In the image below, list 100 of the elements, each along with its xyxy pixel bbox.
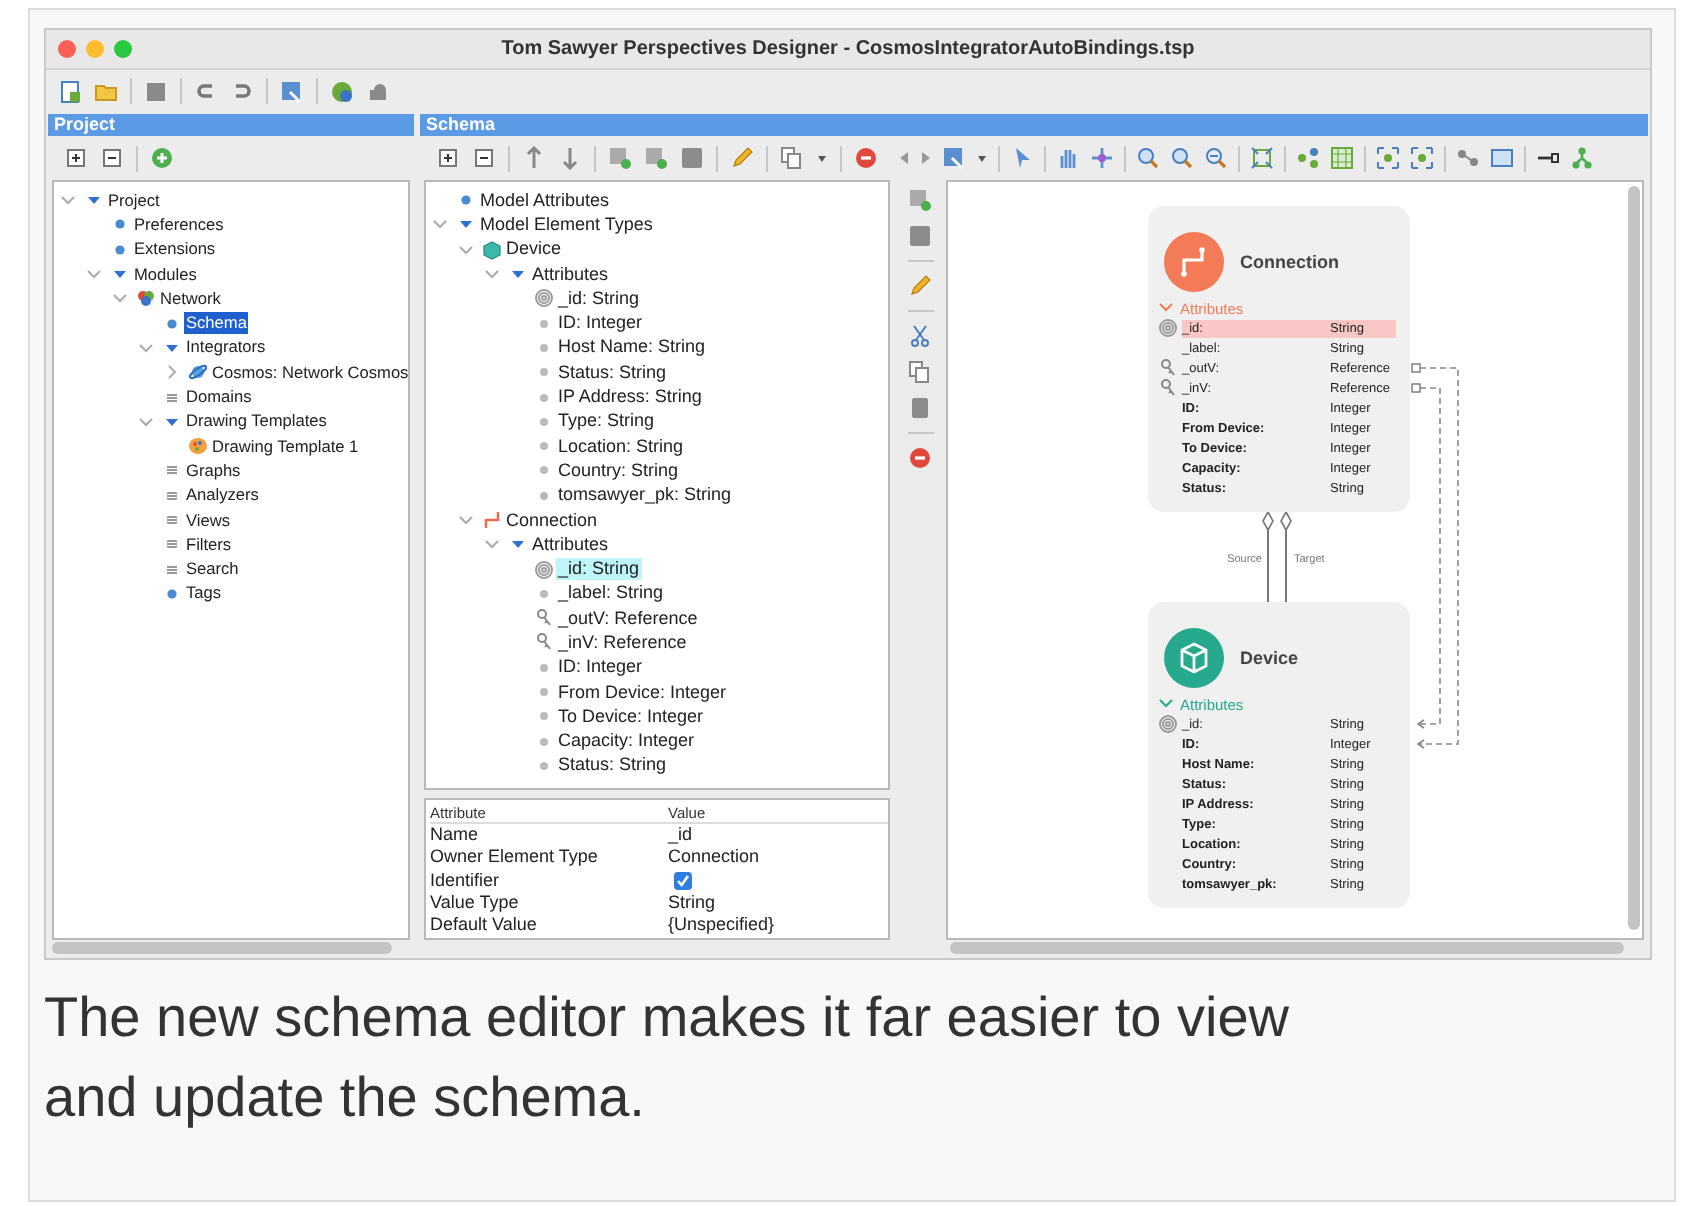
association-line[interactable] <box>1262 510 1274 603</box>
caret-right-icon[interactable] <box>920 146 932 170</box>
delete-icon[interactable] <box>854 146 878 170</box>
zoom-in-icon[interactable] <box>1136 146 1160 170</box>
tree-item[interactable]: Type: String <box>556 410 657 433</box>
tree-item[interactable]: From Device: Integer <box>556 681 729 704</box>
maximize-button[interactable] <box>114 40 132 58</box>
tree-item[interactable]: Schema <box>184 312 249 335</box>
collapse-all-icon[interactable] <box>100 146 124 170</box>
tree-item[interactable]: Network <box>158 287 223 310</box>
tree-item[interactable]: Domains <box>184 386 254 409</box>
chevron-down-icon[interactable] <box>1158 302 1174 314</box>
undo-icon[interactable] <box>194 79 218 103</box>
tree-item[interactable]: Host Name: String <box>556 336 708 359</box>
reference-line[interactable] <box>1411 363 1459 749</box>
tree-item[interactable]: ID: Integer <box>556 312 645 335</box>
expand-all-icon[interactable] <box>436 146 460 170</box>
checkbox[interactable] <box>674 871 692 890</box>
chevron-down-icon[interactable] <box>458 512 474 528</box>
expand-all-icon[interactable] <box>64 146 88 170</box>
fit-icon[interactable] <box>1250 146 1274 170</box>
add-icon[interactable] <box>150 146 174 170</box>
scrollbar-thumb[interactable] <box>52 942 393 954</box>
collapse-all-icon[interactable] <box>472 146 496 170</box>
tree-item[interactable]: Extensions <box>132 238 218 261</box>
tree-item[interactable]: Cosmos: Network Cosmos <box>210 361 408 384</box>
pointer-icon[interactable] <box>1010 146 1034 170</box>
tree-item[interactable]: IP Address: String <box>556 386 704 409</box>
tree-item[interactable]: Device <box>504 238 564 261</box>
tree-item[interactable]: Status: String <box>556 361 669 384</box>
tree-item[interactable]: Views <box>184 509 232 531</box>
tree-item[interactable]: _label: String <box>556 582 666 605</box>
panel-icon[interactable] <box>1490 146 1514 170</box>
chevron-down-icon[interactable] <box>112 290 128 307</box>
scrollbar-thumb[interactable] <box>950 942 1624 954</box>
link-icon[interactable] <box>1456 146 1480 170</box>
tree-item[interactable]: Filters <box>184 533 234 556</box>
chevron-right-icon[interactable] <box>164 364 180 381</box>
arrow-up-icon[interactable] <box>522 146 546 170</box>
association-line[interactable] <box>1280 510 1292 603</box>
zoom-in-icon[interactable] <box>1170 146 1194 170</box>
grid-icon[interactable] <box>1330 146 1354 170</box>
tree-item[interactable]: To Device: Integer <box>556 705 706 728</box>
scissors-icon[interactable] <box>908 324 932 348</box>
chevron-down-icon[interactable] <box>484 266 500 283</box>
diagram-canvas[interactable] <box>946 180 1644 940</box>
tree-item[interactable]: Connection <box>504 509 600 531</box>
chevron-down-icon[interactable] <box>138 413 154 430</box>
tree-item[interactable]: Model Attributes <box>478 189 612 212</box>
group-icon[interactable] <box>1410 146 1434 170</box>
caret-left-icon[interactable] <box>898 146 910 170</box>
tree-item[interactable]: Drawing Templates <box>184 410 329 433</box>
chevron-down-icon[interactable] <box>432 216 448 233</box>
tree-item[interactable]: _inV: Reference <box>556 631 689 654</box>
tree-item[interactable]: _id: String <box>556 287 642 310</box>
copy-icon[interactable] <box>908 360 932 384</box>
tree-item[interactable]: Search <box>184 558 241 581</box>
arrow-down-icon[interactable] <box>558 146 582 170</box>
tree-item[interactable]: Model Element Types <box>478 213 655 236</box>
tree-item[interactable]: Country: String <box>556 459 681 482</box>
tree-item[interactable]: Capacity: Integer <box>556 730 697 753</box>
close-button[interactable] <box>58 40 76 58</box>
folder-icon[interactable] <box>94 79 118 103</box>
tree-item[interactable]: ID: Integer <box>556 656 645 679</box>
tree-item[interactable]: tomsawyer_pk: String <box>556 484 734 507</box>
tree-item[interactable]: _outV: Reference <box>556 607 700 630</box>
chevron-down-icon[interactable] <box>86 266 102 283</box>
chevron-down-icon[interactable] <box>1158 698 1174 710</box>
copy-icon[interactable] <box>780 146 804 170</box>
tree-item[interactable]: Integrators <box>184 336 268 359</box>
zoom-out-icon[interactable] <box>1204 146 1228 170</box>
tree-icon[interactable] <box>1570 146 1594 170</box>
pencil-icon[interactable] <box>730 146 754 170</box>
chevron-down-icon[interactable] <box>60 192 76 209</box>
tree-item[interactable]: Graphs <box>184 459 243 482</box>
nodes-icon[interactable] <box>1296 146 1320 170</box>
tree-item[interactable]: Status: String <box>556 754 669 777</box>
tree-item[interactable]: Modules <box>132 263 199 286</box>
document-icon[interactable] <box>58 79 82 103</box>
tree-item[interactable]: Attributes <box>530 533 611 556</box>
tree-item[interactable]: Preferences <box>132 213 226 236</box>
tree-item[interactable]: Analyzers <box>184 484 261 507</box>
table-add-icon[interactable] <box>644 146 668 170</box>
tree-item[interactable]: Location: String <box>556 435 686 458</box>
table-add-icon[interactable] <box>908 188 932 212</box>
chevron-down-icon[interactable] <box>138 339 154 356</box>
move-icon[interactable] <box>1090 146 1114 170</box>
reference-line[interactable] <box>1411 383 1441 729</box>
tree-item[interactable]: Drawing Template 1 <box>210 435 361 458</box>
table-add-icon[interactable] <box>608 146 632 170</box>
tree-item[interactable]: Attributes <box>530 263 611 286</box>
redo-icon[interactable] <box>230 79 254 103</box>
group-icon[interactable] <box>1376 146 1400 170</box>
delete-icon[interactable] <box>908 446 932 470</box>
scrollbar-thumb[interactable] <box>1628 186 1640 930</box>
tree-item[interactable]: _id: String <box>556 558 642 581</box>
pencil-icon[interactable] <box>908 274 932 298</box>
tree-item[interactable]: Tags <box>184 582 224 605</box>
chevron-down-icon[interactable] <box>458 241 474 258</box>
tree-item[interactable]: Project <box>106 189 162 212</box>
